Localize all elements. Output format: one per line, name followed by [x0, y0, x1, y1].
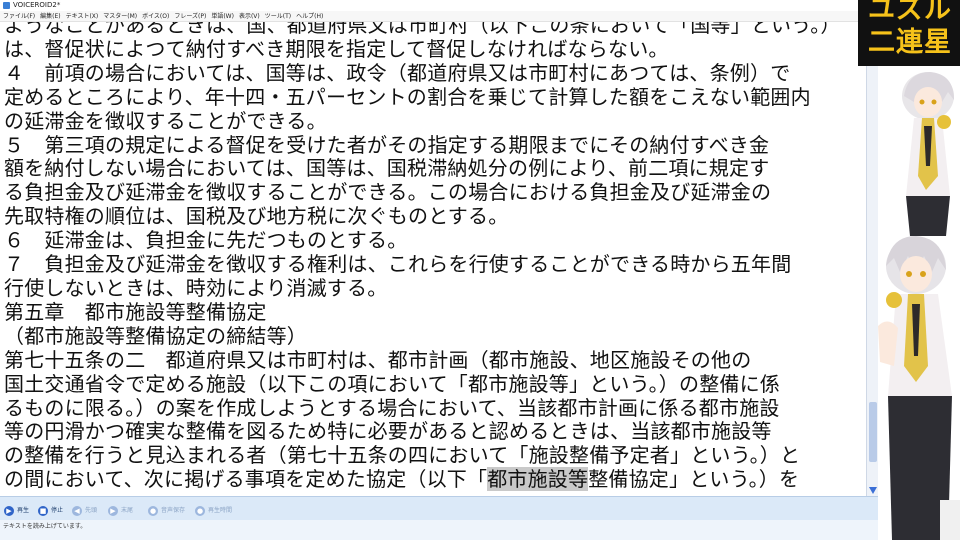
text-line: の延滞金を徴収することができる。 — [4, 108, 327, 133]
rewind-icon: ◀ — [72, 506, 82, 516]
text-line: 定めるところにより、年十四・五パーセントの割合を乗じて計算した額をこえない範囲内 — [4, 84, 811, 109]
text-line: 第七十五条の二 都道府県又は市町村は、都市計画（都市施設、地区施設その他の — [4, 347, 752, 372]
text-editor[interactable]: ようなことがあるときは、国、都道府県又は市町村（以下この条において「国等」という… — [0, 22, 866, 496]
menu-text[interactable]: テキスト(X) — [66, 11, 99, 21]
save-audio-button[interactable]: ● 音声保存 — [148, 505, 185, 517]
menu-master[interactable]: マスター(M) — [103, 11, 137, 21]
text-lines: ようなことがあるときは、国、都道府県又は市町村（以下この条において「国等」という… — [4, 22, 841, 492]
text-line: （都市施設等整備協定の締結等） — [4, 323, 307, 348]
character-avatar-icon — [878, 72, 954, 540]
text-line: 第五章 都市施設等整備協定 — [4, 299, 267, 324]
menu-help[interactable]: ヘルプ(H) — [296, 11, 323, 21]
menu-phrase[interactable]: フレーズ(P) — [174, 11, 206, 21]
character-illustration — [878, 66, 960, 540]
text-line: る負担金及び延滞金を徴収することができる。この場合における負担金及び延滞金の — [4, 180, 772, 205]
menu-file[interactable]: ファイル(F) — [3, 11, 35, 21]
menu-tools[interactable]: ツール(T) — [265, 11, 291, 21]
stop-button[interactable]: ■ 停止 — [38, 505, 63, 517]
stop-icon: ■ — [38, 506, 48, 516]
text-line: 国土交通省令で定める施設（以下この項において「都市施設等」という。）の整備に係 — [4, 371, 780, 396]
logo-line-2: 二連星 — [868, 27, 952, 58]
play-icon: ▶ — [4, 506, 14, 516]
reading-highlight: 都市施設等 — [487, 467, 589, 492]
window-title: VOICEROID2* — [13, 1, 61, 9]
text-line: 行使しないときは、時効により消滅する。 — [4, 275, 388, 300]
menu-voice[interactable]: ボイス(O) — [142, 11, 169, 21]
time-icon: ● — [195, 506, 205, 516]
text-line: ようなことがあるときは、国、都道府県又は市町村（以下この条において「国等」という… — [4, 22, 841, 37]
status-bar: テキストを読み上げています。 — [0, 520, 880, 540]
text-line: ７ 負担金及び延滞金を徴収する権利は、これらを行使することができる時から五年間 — [4, 252, 792, 277]
text-line: の整備を行うと見込まれる者（第七十五条の四において「施設整備予定者」という。）と — [4, 443, 801, 468]
menu-bar: ファイル(F) 編集(E) テキスト(X) マスター(M) ボイス(O) フレー… — [0, 11, 880, 22]
forward-button[interactable]: ▶ 末尾 — [108, 505, 133, 517]
play-button[interactable]: ▶ 再生 — [4, 505, 29, 517]
text-line: は、督促状によつて納付すべき期限を指定して督促しなければならない。 — [4, 36, 669, 61]
scroll-down-icon[interactable] — [869, 487, 877, 494]
text-line: 先取特権の順位は、国税及び地方税に次ぐものとする。 — [4, 204, 509, 229]
text-line: 等の円滑かつ確実な整備を図るため特に必要があると認めるときは、当該都市施設等 — [4, 419, 772, 444]
channel-logo: ユズル 二連星 — [858, 0, 960, 66]
logo-line-1: ユズル — [868, 0, 952, 25]
text-segment: の間において、次に掲げる事項を定めた協定（以下「 — [4, 467, 488, 492]
menu-view[interactable]: 表示(V) — [239, 11, 260, 21]
text-line-current: の間において、次に掲げる事項を定めた協定（以下「都市施設等整備協定」という。）を — [4, 467, 841, 492]
side-strip — [940, 500, 960, 540]
text-line: るものに限る。）の案を作成しようとする場合において、当該都市計画に係る都市施設 — [4, 395, 780, 420]
rewind-button[interactable]: ◀ 先頭 — [72, 505, 97, 517]
title-bar: VOICEROID2* — [0, 0, 880, 11]
forward-icon: ▶ — [108, 506, 118, 516]
save-audio-icon: ● — [148, 506, 158, 516]
scroll-thumb[interactable] — [869, 402, 877, 462]
menu-word[interactable]: 単語(W) — [211, 11, 234, 21]
text-line: ６ 延滞金は、負担金に先だつものとする。 — [4, 228, 408, 253]
play-time-button[interactable]: ● 再生時間 — [195, 505, 232, 517]
text-line: ５ 第三項の規定による督促を受けた者がその指定する期限までにその納付すべき金 — [4, 132, 770, 157]
voiceroid-window: VOICEROID2* ファイル(F) 編集(E) テキスト(X) マスター(M… — [0, 0, 880, 540]
text-segment: 整備協定」という。）を — [588, 467, 800, 492]
menu-edit[interactable]: 編集(E) — [40, 11, 60, 21]
status-text: テキストを読み上げています。 — [3, 523, 87, 530]
text-line: ４ 前項の場合においては、国等は、政令（都道府県又は市町村にあつては、条例）で — [4, 60, 791, 85]
text-line: 額を納付しない場合においては、国等は、国税滞納処分の例により、前二項に規定す — [4, 156, 770, 181]
app-icon — [3, 2, 10, 9]
